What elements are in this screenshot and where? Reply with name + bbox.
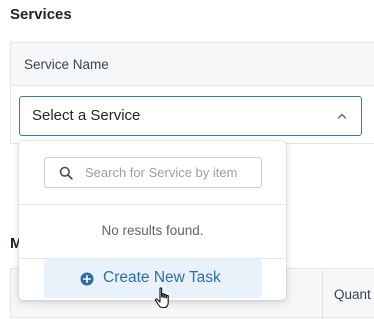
create-new-task-button[interactable]: Create New Task — [44, 259, 262, 298]
service-search-input[interactable] — [85, 162, 255, 183]
chevron-up-icon — [337, 113, 347, 119]
search-icon — [59, 166, 73, 180]
quantity-column-header: Quant — [334, 287, 371, 302]
service-select[interactable]: Select a Service — [19, 96, 362, 136]
service-search-box[interactable] — [44, 157, 262, 188]
no-results-message: No results found. — [101, 223, 204, 238]
service-name-column-header: Service Name — [24, 57, 109, 72]
service-select-value: Select a Service — [32, 107, 141, 124]
service-dropdown-menu: No results found. Create New Task — [19, 141, 286, 300]
hand-pointer-cursor-icon — [154, 287, 169, 309]
plus-circle-icon — [80, 272, 94, 286]
services-section-title: Services — [10, 6, 72, 23]
create-new-task-label: Create New Task — [103, 269, 221, 286]
dropdown-divider — [19, 204, 286, 205]
services-table-header: Service Name — [10, 42, 374, 86]
